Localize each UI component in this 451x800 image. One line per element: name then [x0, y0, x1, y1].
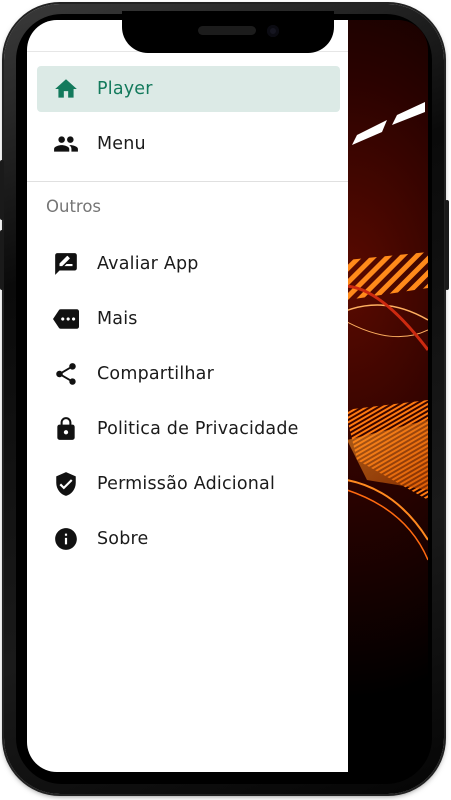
drawer-item-label: Mais [97, 309, 138, 329]
verified-shield-icon [53, 471, 79, 497]
more-tag-icon [53, 306, 79, 332]
drawer-item-label: Avaliar App [97, 254, 199, 274]
phone-side-button [0, 230, 4, 290]
drawer-item-player[interactable]: Player [37, 66, 340, 112]
section-title-outros: Outros [46, 197, 102, 216]
drawer-item-permissao-adicional[interactable]: Permissão Adicional [37, 461, 340, 507]
drawer-item-sobre[interactable]: Sobre [37, 516, 340, 562]
rate-review-icon [53, 251, 79, 277]
phone-power-button [445, 200, 449, 290]
navigation-drawer: Player Menu Outros Avaliar App Mais Comp… [27, 20, 348, 772]
phone-screen: Player Menu Outros Avaliar App Mais Comp… [27, 20, 428, 772]
people-icon [53, 131, 79, 157]
info-icon [53, 526, 79, 552]
home-icon [53, 76, 79, 102]
lock-icon [53, 416, 79, 442]
drawer-item-label: Player [97, 79, 153, 99]
front-camera [267, 25, 279, 37]
drawer-item-label: Politica de Privacidade [97, 419, 299, 439]
drawer-item-label: Permissão Adicional [97, 474, 276, 494]
drawer-item-politica-de-privacidade[interactable]: Politica de Privacidade [37, 406, 340, 452]
drawer-item-label: Compartilhar [97, 364, 214, 384]
drawer-item-label: Sobre [97, 529, 149, 549]
phone-speaker [198, 26, 256, 35]
drawer-item-menu[interactable]: Menu [37, 121, 340, 167]
share-icon [53, 361, 79, 387]
drawer-item-avaliar-app[interactable]: Avaliar App [37, 241, 340, 287]
drawer-item-label: Menu [97, 134, 146, 154]
drawer-divider [27, 181, 348, 182]
drawer-item-mais[interactable]: Mais [37, 296, 340, 342]
phone-side-button [0, 160, 4, 220]
drawer-item-compartilhar[interactable]: Compartilhar [37, 351, 340, 397]
